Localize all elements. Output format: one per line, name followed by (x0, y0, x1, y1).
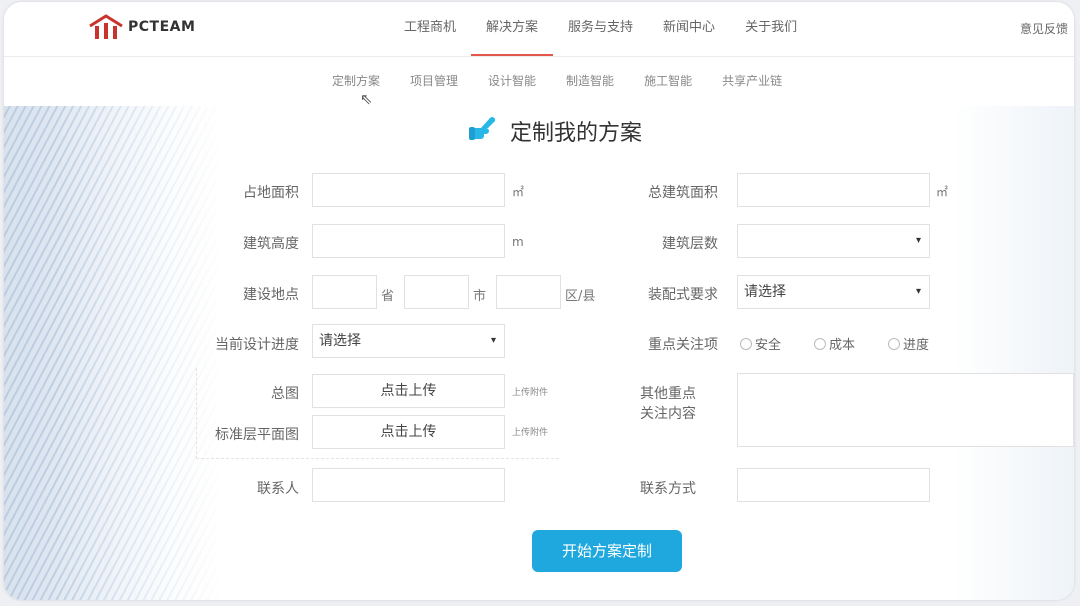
floor-plan-label: 标准层平面图 (215, 427, 299, 443)
focus-option-safety-label: 安全 (755, 338, 782, 353)
contact-input[interactable] (312, 468, 505, 502)
sub-nav: 定制方案 项目管理 设计智能 制造智能 施工智能 共享产业链 (332, 72, 812, 89)
start-customization-button[interactable]: 开始方案定制 (532, 530, 682, 572)
floors-label: 建筑层数 (662, 236, 718, 252)
focus-option-cost-label: 成本 (829, 338, 856, 353)
other-focus-textarea[interactable] (737, 373, 1074, 447)
top-nav: PCTEAM 工程商机 解决方案 服务与支持 新闻中心 关于我们 意见反馈 (4, 2, 1074, 57)
other-focus-label-line2: 关注内容 (640, 406, 696, 422)
total-area-input[interactable] (737, 173, 930, 207)
form-title: 定制我的方案 (466, 114, 642, 148)
subnav-item-chain[interactable]: 共享产业链 (722, 72, 782, 89)
subnav-item-project[interactable]: 项目管理 (410, 72, 458, 89)
city-input[interactable] (404, 275, 469, 309)
subnav-item-custom[interactable]: 定制方案 (332, 72, 380, 89)
land-area-input[interactable] (312, 173, 505, 207)
main-menu: 工程商机 解决方案 服务与支持 新闻中心 关于我们 (389, 2, 812, 56)
background-fade (954, 106, 1074, 600)
focus-label: 重点关注项 (648, 337, 718, 353)
browser-frame: PCTEAM 工程商机 解决方案 服务与支持 新闻中心 关于我们 意见反馈 定制… (4, 2, 1074, 600)
district-input[interactable] (496, 275, 561, 309)
progress-select[interactable]: 请选择 (312, 324, 505, 358)
other-focus-label: 其他重点 关注内容 (640, 383, 696, 423)
floor-plan-upload-button[interactable]: 点击上传 (312, 415, 505, 449)
pointing-hand-icon (469, 117, 496, 140)
city-unit: 市 (473, 289, 487, 304)
drawing-upload-button[interactable]: 点击上传 (312, 374, 505, 408)
province-input[interactable] (312, 275, 377, 309)
subnav-item-manufacture[interactable]: 制造智能 (566, 72, 614, 89)
radio-icon (814, 337, 826, 350)
total-area-label: 总建筑面积 (648, 185, 718, 201)
feedback-link[interactable]: 意见反馈 (1020, 20, 1068, 37)
menu-item-about[interactable]: 关于我们 (730, 2, 812, 56)
district-unit: 区/县 (565, 289, 596, 304)
house-logo-icon (89, 14, 123, 39)
height-input[interactable] (312, 224, 505, 258)
progress-label: 当前设计进度 (215, 337, 299, 353)
location-label: 建设地点 (243, 287, 299, 303)
menu-item-business[interactable]: 工程商机 (389, 2, 471, 56)
mouse-cursor-icon: ⇖ (360, 90, 373, 108)
floors-select[interactable] (737, 224, 930, 258)
brand-name: PCTEAM (128, 19, 196, 35)
height-label: 建筑高度 (243, 236, 299, 252)
focus-option-schedule[interactable]: 进度 (888, 334, 929, 353)
land-area-unit: ㎡ (512, 185, 525, 199)
other-focus-label-line1: 其他重点 (640, 386, 696, 402)
building-background (4, 106, 224, 600)
focus-option-cost[interactable]: 成本 (814, 334, 855, 353)
total-area-unit: ㎡ (936, 185, 949, 199)
drawing-upload-hint: 上传附件 (512, 388, 549, 398)
radio-icon (740, 337, 752, 350)
form-title-text: 定制我的方案 (510, 121, 643, 146)
prefab-label: 装配式要求 (648, 287, 718, 303)
contact-label: 联系人 (257, 481, 299, 497)
prefab-select[interactable]: 请选择 (737, 275, 930, 309)
contact-method-label: 联系方式 (640, 481, 696, 497)
contact-method-input[interactable] (737, 468, 930, 502)
subnav-item-design[interactable]: 设计智能 (488, 72, 536, 89)
menu-item-solutions[interactable]: 解决方案 (471, 2, 554, 56)
province-unit: 省 (381, 289, 395, 304)
focus-option-schedule-label: 进度 (903, 338, 930, 353)
subnav-item-construction[interactable]: 施工智能 (644, 72, 692, 89)
menu-item-news[interactable]: 新闻中心 (648, 2, 730, 56)
radio-icon (888, 337, 900, 350)
brand-logo[interactable]: PCTEAM (88, 14, 195, 40)
menu-item-service[interactable]: 服务与支持 (553, 2, 648, 56)
drawing-label: 总图 (271, 386, 299, 402)
focus-option-safety[interactable]: 安全 (740, 334, 781, 353)
floor-plan-upload-hint: 上传附件 (512, 428, 549, 438)
height-unit: m (512, 235, 524, 249)
land-area-label: 占地面积 (243, 185, 299, 201)
